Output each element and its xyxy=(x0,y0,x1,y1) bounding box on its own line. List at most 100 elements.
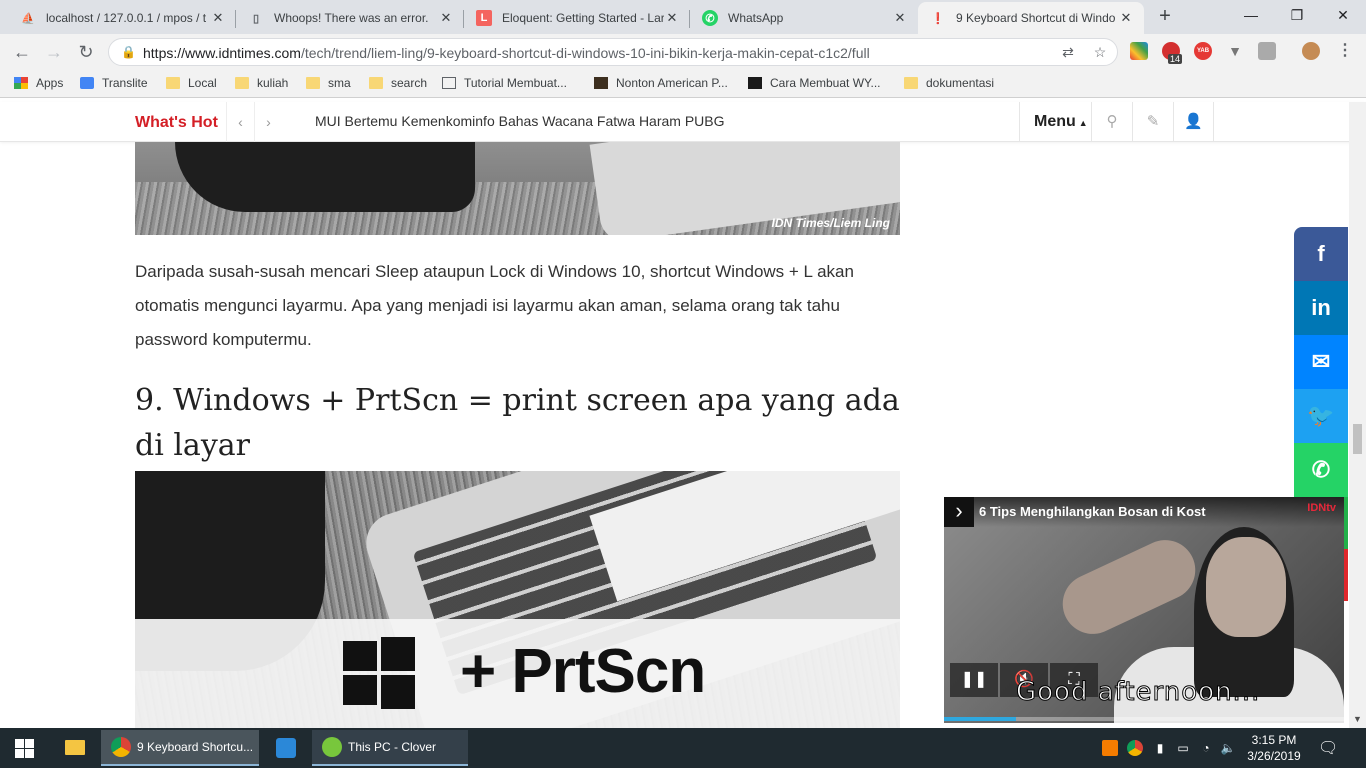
vpn-extension-icon[interactable]: ▼ xyxy=(1226,42,1244,60)
floating-video-player[interactable]: › 6 Tips Menghilangkan Bosan di Kost IDN… xyxy=(944,497,1344,723)
windows-logo-icon xyxy=(343,637,416,710)
messenger-share-button[interactable]: ✉ xyxy=(1294,335,1348,389)
vscode-icon[interactable] xyxy=(263,728,309,768)
start-button[interactable] xyxy=(0,728,48,768)
bookmark-local[interactable]: Local xyxy=(166,76,217,90)
extension-badge: 14 xyxy=(1168,54,1183,64)
ik-icon xyxy=(748,77,762,89)
bookmark-kuliah[interactable]: kuliah xyxy=(235,76,288,90)
facebook-share-button[interactable]: f xyxy=(1294,227,1348,281)
scrollbar-thumb[interactable] xyxy=(1353,424,1362,454)
folder-icon xyxy=(306,77,320,89)
chrome-icon xyxy=(111,737,131,757)
whats-hot-label: What's Hot xyxy=(135,114,218,131)
article-heading: 9. Windows + PrtScn = print screen apa y… xyxy=(135,383,900,463)
clock-date: 3/26/2019 xyxy=(1247,749,1301,763)
chrome-menu-icon[interactable]: ⋮ xyxy=(1336,42,1354,60)
lock-icon: 🔒 xyxy=(121,45,136,59)
site-header: What's Hot ‹ › MUI Bertemu Kemenkominfo … xyxy=(0,102,1366,142)
idntimes-icon: ❗ xyxy=(931,12,945,25)
bookmark-apps[interactable]: Apps xyxy=(14,76,63,90)
tab-title: Whoops! There was an error. xyxy=(274,11,429,25)
tab-whoops[interactable]: ▯ Whoops! There was an error. ✕ xyxy=(236,2,464,34)
close-window-button[interactable]: ✕ xyxy=(1320,0,1366,30)
file-explorer-icon[interactable] xyxy=(52,728,98,768)
minimize-button[interactable]: — xyxy=(1228,0,1274,30)
tab-idntimes[interactable]: ❗ 9 Keyboard Shortcut di Windo ✕ xyxy=(918,2,1144,34)
bookmark-translite[interactable]: Translite xyxy=(80,76,148,90)
tab-strip: ⛵ localhost / 127.0.0.1 / mpos / t ✕ ▯ W… xyxy=(0,0,1366,34)
xampp-tray-icon[interactable] xyxy=(1102,740,1118,756)
new-tab-button[interactable]: + xyxy=(1151,5,1179,29)
linkedin-share-button[interactable]: in xyxy=(1294,281,1348,335)
pause-button[interactable]: ❚❚ xyxy=(950,663,998,697)
video-progress-bar[interactable] xyxy=(944,717,1344,721)
bookmark-cara-membuat[interactable]: Cara Membuat WY... xyxy=(748,76,880,90)
bookmark-dokumentasi[interactable]: dokumentasi xyxy=(904,76,994,90)
system-clock[interactable]: 3:15 PM 3/26/2019 xyxy=(1238,732,1310,764)
bookmark-sma[interactable]: sma xyxy=(306,76,351,90)
chevron-left-icon[interactable]: ‹ xyxy=(226,102,254,142)
hot-news-link[interactable]: MUI Bertemu Kemenkominfo Bahas Wacana Fa… xyxy=(315,113,725,129)
usb-icon[interactable]: ▮ xyxy=(1152,740,1168,756)
tab-title: 9 Keyboard Shortcut di Windo xyxy=(956,11,1116,25)
reload-button[interactable]: ↻ xyxy=(74,40,98,64)
video-title: 6 Tips Menghilangkan Bosan di Kost xyxy=(979,504,1206,519)
bookmark-search[interactable]: search xyxy=(369,76,427,90)
taskbar-clover[interactable]: This PC - Clover xyxy=(312,730,468,766)
chevron-right-icon[interactable]: › xyxy=(944,497,974,527)
photo-extension-icon[interactable] xyxy=(1258,42,1276,60)
menu-button[interactable]: Menu ▲ xyxy=(1019,102,1091,142)
page-scrollbar[interactable]: ▼ xyxy=(1349,102,1366,728)
search-icon[interactable]: ⚲ xyxy=(1091,102,1132,142)
windows-taskbar: 9 Keyboard Shortcu... This PC - Clover ▮… xyxy=(0,728,1366,768)
chrome-tray-icon[interactable] xyxy=(1127,740,1143,756)
restore-button[interactable]: ❐ xyxy=(1274,0,1320,30)
url-text: https://www.idntimes.com/tech/trend/liem… xyxy=(143,45,870,61)
messenger-icon: ✉ xyxy=(1311,349,1331,374)
page-icon: ▯ xyxy=(252,12,260,25)
twitter-share-button[interactable]: 🐦 xyxy=(1294,389,1348,443)
google-translate-icon xyxy=(80,77,94,89)
folder-icon xyxy=(369,77,383,89)
bookmark-nonton[interactable]: Nonton American P... xyxy=(594,76,728,90)
tab-title: Eloquent: Getting Started - Lar xyxy=(502,11,664,25)
close-icon[interactable]: ✕ xyxy=(210,10,226,26)
code-icon xyxy=(442,77,456,89)
address-bar[interactable]: 🔒 https://www.idntimes.com/tech/trend/li… xyxy=(108,38,1118,66)
tab-phpmyadmin[interactable]: ⛵ localhost / 127.0.0.1 / mpos / t ✕ xyxy=(8,2,236,34)
clock-time: 3:15 PM xyxy=(1251,733,1297,747)
close-icon[interactable]: ✕ xyxy=(438,10,454,26)
tab-eloquent[interactable]: L Eloquent: Getting Started - Lar ✕ xyxy=(464,2,690,34)
close-icon[interactable]: ✕ xyxy=(892,10,908,26)
taskbar-chrome[interactable]: 9 Keyboard Shortcu... xyxy=(101,730,259,766)
prtscn-text: + PrtScn xyxy=(460,637,706,706)
film-icon xyxy=(594,77,608,89)
article-photo-shortcut: + PrtScn xyxy=(135,471,900,728)
volume-icon[interactable]: 🔈 xyxy=(1220,740,1236,756)
yab-extension-icon[interactable]: YAB xyxy=(1194,42,1212,60)
pencil-icon[interactable]: ✎ xyxy=(1132,102,1173,142)
profile-avatar[interactable] xyxy=(1302,42,1320,60)
apps-grid-icon xyxy=(14,77,28,89)
tab-whatsapp[interactable]: ✆ WhatsApp ✕ xyxy=(690,2,918,34)
back-button[interactable]: ← xyxy=(10,40,34,64)
wifi-icon[interactable]: ◔ xyxy=(1198,740,1214,756)
battery-icon[interactable]: ▭ xyxy=(1175,740,1191,756)
linkedin-icon: in xyxy=(1311,295,1331,320)
close-icon[interactable]: ✕ xyxy=(1118,10,1134,26)
tab-title: WhatsApp xyxy=(728,11,784,25)
whatsapp-icon: ✆ xyxy=(1311,457,1331,482)
star-icon[interactable]: ☆ xyxy=(1091,44,1109,62)
notification-icon[interactable]: 🗨 xyxy=(1318,738,1338,758)
forward-button[interactable]: → xyxy=(42,40,66,64)
bookmark-tutorial[interactable]: Tutorial Membuat... xyxy=(442,76,567,90)
scroll-down-icon[interactable]: ▼ xyxy=(1349,711,1366,728)
translate-icon[interactable]: ⇄ xyxy=(1059,44,1077,62)
close-icon[interactable]: ✕ xyxy=(664,10,680,26)
user-icon[interactable]: 👤 xyxy=(1173,102,1214,142)
folder-icon xyxy=(166,77,180,89)
whatsapp-share-button[interactable]: ✆ xyxy=(1294,443,1348,497)
color-extension-icon[interactable] xyxy=(1130,42,1148,60)
chevron-right-icon[interactable]: › xyxy=(254,102,282,142)
